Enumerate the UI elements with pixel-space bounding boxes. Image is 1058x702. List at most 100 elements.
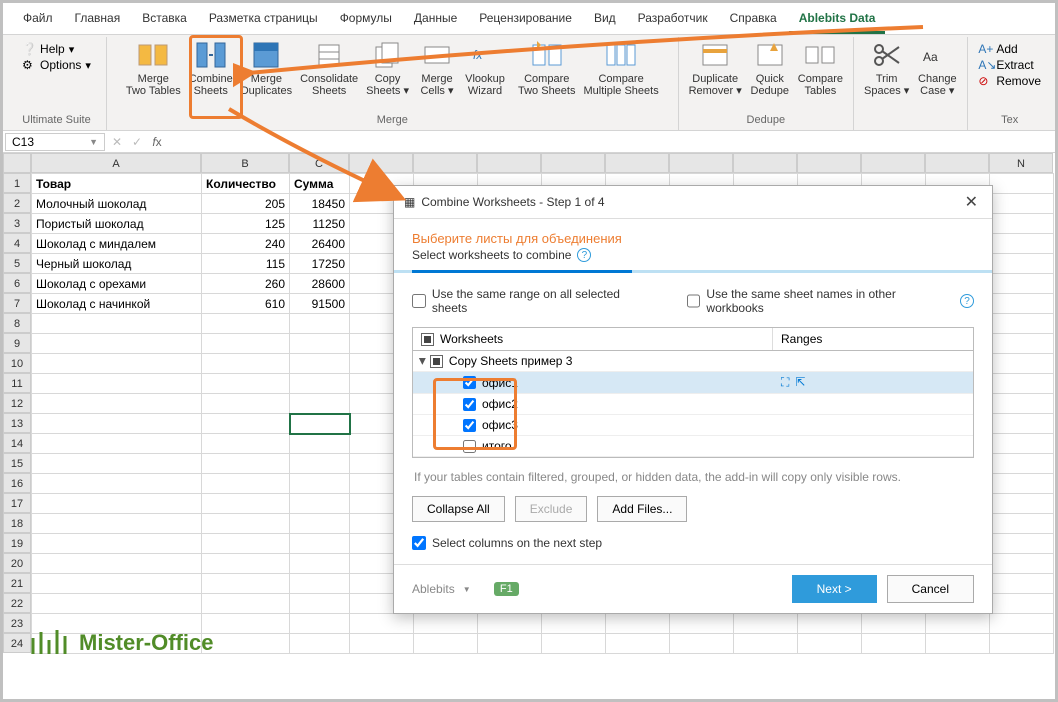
cell[interactable] xyxy=(202,454,290,474)
cell[interactable] xyxy=(606,614,670,634)
row-header[interactable]: 3 xyxy=(3,213,31,233)
close-button[interactable]: ✕ xyxy=(961,192,982,212)
col-header[interactable] xyxy=(413,153,477,173)
cell[interactable] xyxy=(290,494,350,514)
extract-text-button[interactable]: A↘Extract xyxy=(974,57,1045,73)
cell[interactable] xyxy=(32,574,202,594)
menu-pagelayout[interactable]: Разметка страницы xyxy=(199,7,328,34)
cell[interactable] xyxy=(990,294,1054,314)
workbook-checkbox[interactable] xyxy=(430,355,443,368)
cell[interactable] xyxy=(290,434,350,454)
options-button[interactable]: ⚙Options ▾ xyxy=(18,57,95,73)
row-header[interactable]: 10 xyxy=(3,353,31,373)
vlookup-wizard-button[interactable]: fxVlookup Wizard xyxy=(461,37,509,99)
cell[interactable] xyxy=(990,194,1054,214)
row-header[interactable]: 7 xyxy=(3,293,31,313)
row-header[interactable]: 16 xyxy=(3,473,31,493)
add-text-button[interactable]: A+Add xyxy=(974,41,1045,57)
cancel-formula-icon[interactable]: ✕ xyxy=(107,135,127,149)
col-header[interactable] xyxy=(797,153,861,173)
cell[interactable]: Молочный шоколад xyxy=(32,194,202,214)
cell[interactable] xyxy=(202,614,290,634)
worksheet-row[interactable]: итого xyxy=(413,436,973,457)
col-header[interactable] xyxy=(477,153,541,173)
cell[interactable] xyxy=(32,494,202,514)
cell[interactable] xyxy=(32,314,202,334)
menu-data[interactable]: Данные xyxy=(404,7,467,34)
cell[interactable] xyxy=(32,454,202,474)
cell[interactable] xyxy=(862,634,926,654)
f1-badge[interactable]: F1 xyxy=(494,582,519,596)
menu-review[interactable]: Рецензирование xyxy=(469,7,582,34)
cell[interactable]: 240 xyxy=(202,234,290,254)
cell[interactable] xyxy=(202,594,290,614)
copy-sheets-button[interactable]: Copy Sheets ▾ xyxy=(362,37,413,99)
select-all-checkbox[interactable] xyxy=(421,333,434,346)
cell[interactable] xyxy=(606,634,670,654)
cell[interactable] xyxy=(478,614,542,634)
cell[interactable] xyxy=(670,634,734,654)
col-header[interactable]: C xyxy=(289,153,349,173)
cell[interactable] xyxy=(798,614,862,634)
cell[interactable] xyxy=(202,494,290,514)
cell[interactable]: 28600 xyxy=(290,274,350,294)
worksheet-checkbox[interactable] xyxy=(463,398,476,411)
row-header[interactable]: 8 xyxy=(3,313,31,333)
cell[interactable] xyxy=(990,374,1054,394)
row-header[interactable]: 13 xyxy=(3,413,31,433)
cell[interactable] xyxy=(202,374,290,394)
cell[interactable] xyxy=(32,554,202,574)
col-header[interactable] xyxy=(605,153,669,173)
cell[interactable] xyxy=(926,634,990,654)
cell[interactable] xyxy=(542,634,606,654)
row-header[interactable]: 11 xyxy=(3,373,31,393)
cell[interactable] xyxy=(862,614,926,634)
cell[interactable] xyxy=(990,314,1054,334)
cell[interactable] xyxy=(990,334,1054,354)
same-range-checkbox[interactable]: Use the same range on all selected sheet… xyxy=(412,287,657,315)
merge-cells-button[interactable]: Merge Cells ▾ xyxy=(413,37,461,99)
collapse-all-button[interactable]: Collapse All xyxy=(412,496,505,522)
cell[interactable]: 17250 xyxy=(290,254,350,274)
cell[interactable]: Товар xyxy=(32,174,202,194)
cell[interactable] xyxy=(290,314,350,334)
cell[interactable] xyxy=(990,274,1054,294)
cell[interactable] xyxy=(990,494,1054,514)
cell[interactable] xyxy=(990,254,1054,274)
expand-icon[interactable]: ▶ xyxy=(417,358,428,365)
cell[interactable] xyxy=(734,614,798,634)
cell[interactable] xyxy=(990,454,1054,474)
add-files-button[interactable]: Add Files... xyxy=(597,496,687,522)
cell[interactable]: Шоколад с орехами xyxy=(32,274,202,294)
cell[interactable]: Шоколад с миндалем xyxy=(32,234,202,254)
menu-view[interactable]: Вид xyxy=(584,7,626,34)
help-button[interactable]: ❔Help ▾ xyxy=(18,41,95,57)
compare-multiple-sheets-button[interactable]: Compare Multiple Sheets xyxy=(579,37,662,99)
cell[interactable] xyxy=(478,634,542,654)
select-columns-checkbox[interactable]: Select columns on the next step xyxy=(412,536,974,550)
cell[interactable] xyxy=(670,614,734,634)
row-header[interactable]: 12 xyxy=(3,393,31,413)
row-header[interactable]: 9 xyxy=(3,333,31,353)
select-all-corner[interactable] xyxy=(3,153,31,173)
worksheet-checkbox[interactable] xyxy=(463,376,476,389)
cell[interactable] xyxy=(290,354,350,374)
cell[interactable] xyxy=(202,314,290,334)
help-icon[interactable]: ? xyxy=(577,248,591,262)
cell[interactable]: Сумма xyxy=(290,174,350,194)
same-names-checkbox[interactable]: Use the same sheet names in other workbo… xyxy=(687,287,974,315)
cell[interactable] xyxy=(32,594,202,614)
change-case-button[interactable]: AaChange Case ▾ xyxy=(913,37,961,99)
cell[interactable]: 18450 xyxy=(290,194,350,214)
cell[interactable] xyxy=(990,414,1054,434)
row-header[interactable]: 21 xyxy=(3,573,31,593)
fx-icon[interactable]: fx xyxy=(147,135,167,149)
cell[interactable] xyxy=(202,414,290,434)
col-header[interactable] xyxy=(349,153,413,173)
cell[interactable] xyxy=(202,394,290,414)
worksheet-checkbox[interactable] xyxy=(463,440,476,453)
cell[interactable]: Шоколад с начинкой xyxy=(32,294,202,314)
merge-duplicates-button[interactable]: Merge Duplicates xyxy=(237,37,296,99)
cell[interactable] xyxy=(202,554,290,574)
cell[interactable] xyxy=(350,634,414,654)
